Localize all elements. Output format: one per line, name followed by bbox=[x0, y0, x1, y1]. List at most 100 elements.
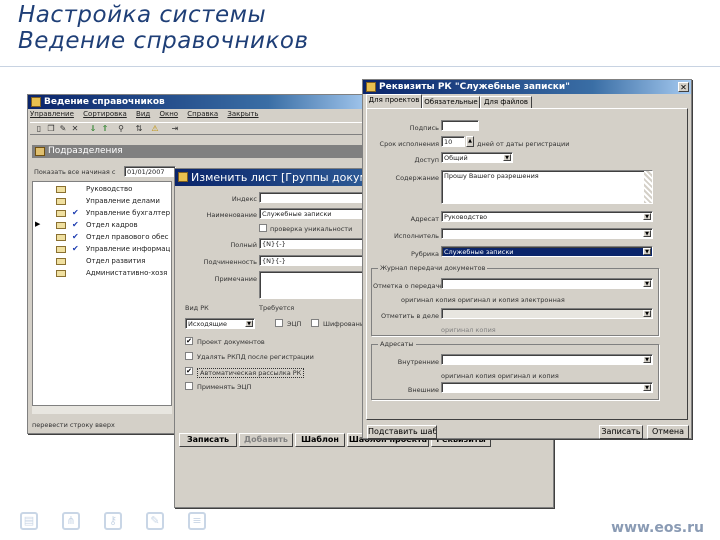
chevron-down-icon[interactable]: ▼ bbox=[503, 154, 511, 161]
uniqueness-checkbox[interactable] bbox=[259, 224, 267, 232]
menu-item-help[interactable]: Справка bbox=[187, 110, 218, 118]
tree-item[interactable]: ✔ Отдел правового обес bbox=[32, 231, 172, 243]
chevron-down-icon[interactable]: ▼ bbox=[643, 310, 651, 317]
deadline-input[interactable]: 10 bbox=[441, 136, 465, 147]
topic-label: Рубрика bbox=[410, 250, 439, 258]
save-button[interactable]: Записать bbox=[179, 433, 237, 447]
topic-select[interactable]: Служебные записки ▼ bbox=[441, 246, 653, 257]
main-window-titlebar[interactable]: Ведение справочников bbox=[28, 95, 371, 109]
chevron-down-icon[interactable]: ▼ bbox=[643, 280, 651, 287]
doc-type-select[interactable]: Исходящие ▼ bbox=[185, 318, 255, 329]
folder-icon bbox=[56, 234, 66, 241]
insert-template-button[interactable]: Подставить шаблон bbox=[367, 425, 437, 439]
menu-item-window[interactable]: Окно bbox=[159, 110, 178, 118]
slide-title-line2: Ведение справочников bbox=[18, 28, 309, 54]
menu-item-view[interactable]: Вид bbox=[136, 110, 150, 118]
sort-icon[interactable]: ⇅ bbox=[134, 124, 144, 134]
tab-files[interactable]: Для файлов bbox=[480, 96, 532, 108]
tree-item[interactable]: Управление делами bbox=[32, 195, 172, 207]
chevron-down-icon[interactable]: ▼ bbox=[643, 230, 651, 237]
folder-icon bbox=[56, 246, 66, 253]
tree-item[interactable]: Руководство bbox=[32, 183, 172, 195]
tree-item-label: Администативно-хозя bbox=[86, 269, 168, 277]
tree-item[interactable]: Администативно-хозя bbox=[32, 267, 172, 279]
encrypt-checkbox[interactable] bbox=[311, 319, 319, 327]
chevron-down-icon[interactable]: ▼ bbox=[643, 213, 651, 220]
tree-item[interactable]: ✔ Отдел кадров bbox=[32, 219, 172, 231]
eds-checkbox[interactable] bbox=[275, 319, 283, 327]
index-input[interactable] bbox=[259, 192, 369, 203]
option-label-eds: Применять ЭЦП bbox=[197, 383, 252, 391]
transfer-mark-select[interactable]: ▼ bbox=[441, 278, 653, 289]
props-cancel-button[interactable]: Отмена bbox=[647, 425, 689, 439]
chevron-down-icon[interactable]: ▼ bbox=[245, 320, 253, 327]
transfer-group-title: Журнал передачи документов bbox=[378, 264, 488, 272]
case-mark-label: Отметить в деле bbox=[380, 312, 439, 320]
option-checkbox-mailing[interactable]: ✔ bbox=[185, 367, 193, 375]
doc-type-label: Вид РК bbox=[185, 304, 209, 312]
edit-icon[interactable]: ✎ bbox=[58, 124, 68, 134]
main-toolbar: ▯ ❐ ✎ ✕ ⇓ ⇑ ⚲ ⇅ ⚠ ⇥ bbox=[30, 122, 369, 135]
doc-type-value: Исходящие bbox=[188, 320, 228, 328]
find-icon[interactable]: ⚲ bbox=[116, 124, 126, 134]
option-checkbox-eds[interactable] bbox=[185, 382, 193, 390]
delete-icon[interactable]: ✕ bbox=[70, 124, 80, 134]
executor-label: Исполнитель bbox=[393, 232, 439, 240]
content-textarea[interactable]: Прошу Вашего разрешения bbox=[441, 170, 653, 204]
number-input[interactable]: {N}{-} bbox=[259, 238, 369, 249]
subnumber-input[interactable]: {N}{-} bbox=[259, 255, 369, 266]
tab-required[interactable]: Обязательные bbox=[422, 96, 480, 108]
transfer-radios[interactable]: оригинал копия оригинал и копия электрон… bbox=[401, 296, 565, 304]
folder-icon bbox=[56, 198, 66, 205]
menu-item-sort[interactable]: Сортировка bbox=[83, 110, 127, 118]
content-scrollbar[interactable] bbox=[644, 171, 652, 203]
check-icon: ✔ bbox=[72, 232, 79, 241]
external-select[interactable]: ▼ bbox=[441, 382, 653, 393]
signature-input[interactable] bbox=[441, 120, 479, 131]
deadline-spinner[interactable]: ▲ bbox=[466, 136, 474, 147]
app-icon bbox=[366, 82, 376, 92]
name-label: Наименование bbox=[206, 211, 257, 219]
internal-select[interactable]: ▼ bbox=[441, 354, 653, 365]
chevron-down-icon[interactable]: ▼ bbox=[643, 384, 651, 391]
close-icon[interactable]: ✕ bbox=[678, 82, 689, 92]
props-window-titlebar[interactable]: Реквизиты РК "Служебные записки" ✕ bbox=[363, 80, 691, 94]
folder-icon bbox=[56, 222, 66, 229]
template-button[interactable]: Шаблон bbox=[295, 433, 345, 447]
copy-icon[interactable]: ❐ bbox=[46, 124, 56, 134]
chevron-down-icon[interactable]: ▼ bbox=[643, 356, 651, 363]
exit-icon[interactable]: ⇥ bbox=[170, 124, 180, 134]
tree-item[interactable]: Отдел развития bbox=[32, 255, 172, 267]
site-url[interactable]: www.eos.ru bbox=[611, 520, 704, 536]
case-mark-select[interactable]: ▼ bbox=[441, 308, 653, 319]
tree-item-label: Управление бухгалтер bbox=[86, 209, 171, 217]
tree-item-label: Отдел развития bbox=[86, 257, 146, 265]
move-up-icon[interactable]: ⇑ bbox=[100, 124, 110, 134]
horizontal-scrollbar[interactable] bbox=[32, 405, 172, 414]
menu-item-close[interactable]: Закрыть bbox=[227, 110, 258, 118]
name-input[interactable]: Служебные записки bbox=[259, 208, 369, 219]
props-save-button[interactable]: Записать bbox=[599, 425, 643, 439]
tree-item-label: Отдел кадров bbox=[86, 221, 138, 229]
note-textarea[interactable] bbox=[259, 271, 369, 299]
option-checkbox-projects[interactable]: ✔ bbox=[185, 337, 193, 345]
add-button[interactable]: Добавить bbox=[239, 433, 293, 447]
tab-projects[interactable]: Для проектов bbox=[366, 94, 422, 108]
check-icon: ✔ bbox=[72, 208, 79, 217]
sender-select[interactable]: Руководство ▼ bbox=[441, 211, 653, 222]
date-filter-input[interactable]: 01/01/2007 bbox=[124, 166, 176, 177]
executor-select[interactable]: ▼ bbox=[441, 228, 653, 239]
external-label: Внешние bbox=[407, 386, 439, 394]
tree-item[interactable]: ✔ Управление бухгалтер bbox=[32, 207, 172, 219]
tree-item[interactable]: ✔ Управление информац bbox=[32, 243, 172, 255]
menu-item-manage[interactable]: Управление bbox=[30, 110, 74, 118]
option-checkbox-delete[interactable] bbox=[185, 352, 193, 360]
internal-label: Внутренние bbox=[397, 358, 439, 366]
access-select[interactable]: Общий ▼ bbox=[441, 152, 513, 163]
folder-icon bbox=[56, 210, 66, 217]
chevron-down-icon[interactable]: ▼ bbox=[643, 248, 651, 255]
warning-icon[interactable]: ⚠ bbox=[150, 124, 160, 134]
move-down-icon[interactable]: ⇓ bbox=[88, 124, 98, 134]
internal-radios[interactable]: оригинал копия оригинал и копия bbox=[441, 372, 559, 380]
new-icon[interactable]: ▯ bbox=[34, 124, 44, 134]
